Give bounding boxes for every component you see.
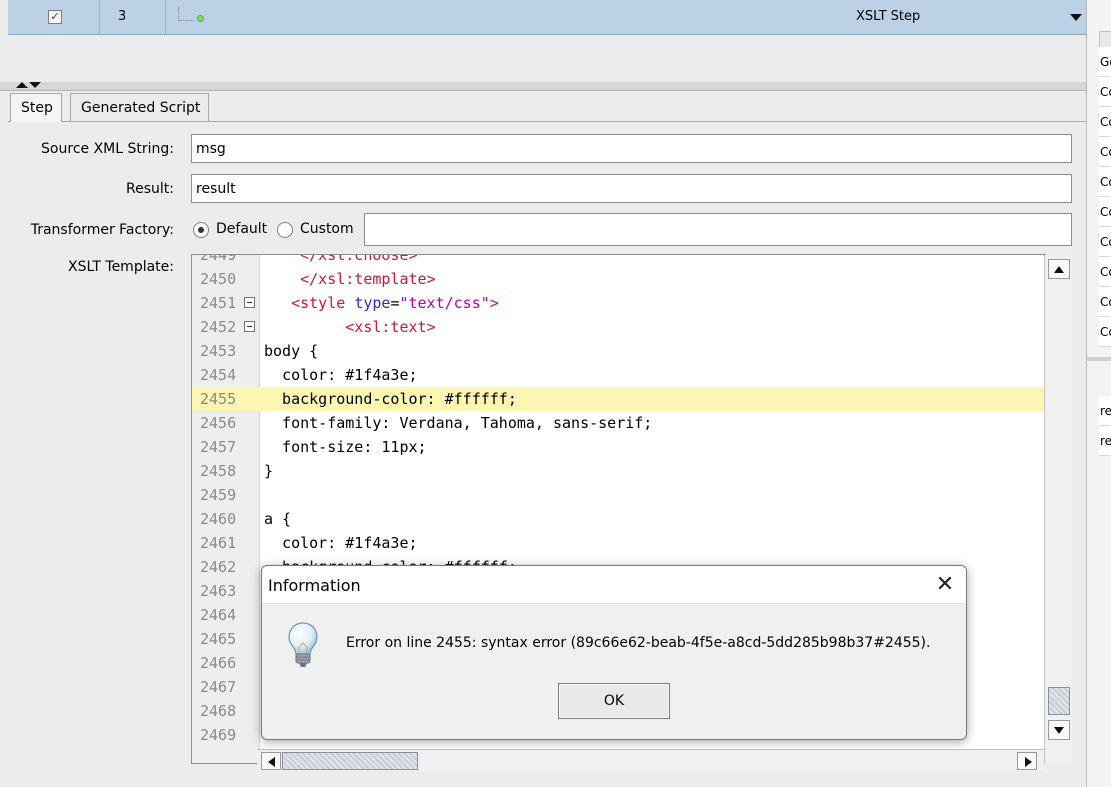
source-xml-label: Source XML String: — [41, 141, 174, 157]
right-panel-row-2[interactable]: re — [1099, 426, 1111, 456]
vertical-scrollbar[interactable] — [1044, 255, 1072, 764]
right-panel-divider[interactable] — [1087, 357, 1111, 361]
fold-toggle-icon[interactable] — [244, 297, 255, 308]
code-line[interactable]: 2461 color: #1f4a3e; — [192, 531, 1045, 555]
right-panel-row[interactable]: Co — [1099, 107, 1111, 137]
radio-default[interactable] — [193, 222, 209, 238]
right-panel-row[interactable]: Co — [1099, 77, 1111, 107]
lightbulb-icon — [288, 622, 318, 667]
code-line[interactable]: 2454 color: #1f4a3e; — [192, 363, 1045, 387]
arrow-up-icon — [1054, 266, 1064, 273]
right-panel-row[interactable]: Co — [1099, 227, 1111, 257]
collapse-down-icon[interactable] — [29, 82, 41, 88]
scroll-left-button[interactable] — [261, 752, 281, 770]
step-number-cell: 3 — [100, 0, 166, 35]
information-dialog: Information ✕ Error on line 2455: syntax… — [261, 565, 967, 740]
dialog-message: Error on line 2455: syntax error (89c66e… — [346, 635, 931, 651]
right-panel-row[interactable]: Co — [1099, 257, 1111, 287]
step-enabled-cell: ✓ — [8, 0, 100, 35]
close-icon[interactable]: ✕ — [930, 570, 960, 600]
horizontal-scroll-thumb[interactable] — [282, 752, 418, 770]
radio-custom-label[interactable]: Custom — [300, 221, 354, 237]
tab-step[interactable]: Step — [10, 93, 62, 122]
right-panel-row[interactable]: Co — [1099, 137, 1111, 167]
scroll-up-button[interactable] — [1048, 259, 1070, 279]
step-enabled-checkbox[interactable]: ✓ — [48, 10, 62, 24]
tree-connector-icon — [178, 7, 194, 21]
code-line-highlighted[interactable]: 2455 background-color: #ffffff; — [192, 387, 1045, 411]
code-line[interactable]: 2456 font-family: Verdana, Tahoma, sans-… — [192, 411, 1045, 435]
code-line[interactable]: 2451 <style type="text/css"> — [192, 291, 1045, 315]
split-pane-divider[interactable] — [0, 82, 1086, 91]
code-line[interactable]: 2460 a { — [192, 507, 1045, 531]
transformer-factory-label: Transformer Factory: — [30, 222, 174, 238]
code-line[interactable]: 2450 </xsl:template> — [192, 267, 1045, 291]
chevron-down-icon[interactable] — [1070, 14, 1082, 21]
step-type-value[interactable]: XSLT Step — [856, 9, 920, 24]
ok-button[interactable]: OK — [558, 683, 670, 719]
custom-factory-input[interactable] — [364, 213, 1072, 246]
code-line[interactable]: 2458} — [192, 459, 1045, 483]
dialog-title: Information — [268, 576, 361, 595]
fold-toggle-icon[interactable] — [244, 321, 255, 332]
code-line[interactable]: 2453 body { — [192, 339, 1045, 363]
right-panel-row[interactable]: Co — [1099, 287, 1111, 317]
expand-up-icon[interactable] — [16, 82, 28, 88]
code-line[interactable]: 2459 — [192, 483, 1045, 507]
arrow-right-icon — [1025, 757, 1032, 767]
right-panel-row[interactable]: Co — [1099, 167, 1111, 197]
result-label: Result: — [126, 181, 174, 197]
radio-custom[interactable] — [277, 222, 293, 238]
tab-underline — [8, 121, 1086, 122]
step-node-icon — [197, 15, 204, 22]
vertical-scroll-thumb[interactable] — [1048, 687, 1070, 715]
code-line[interactable]: 2449 </xsl:choose> — [192, 255, 1045, 267]
tab-generated-script[interactable]: Generated Script — [70, 93, 210, 122]
arrow-left-icon — [268, 757, 275, 767]
code-line[interactable]: 2452 <xsl:text> — [192, 315, 1045, 339]
radio-default-label[interactable]: Default — [216, 221, 267, 237]
arrow-down-icon — [1054, 727, 1064, 734]
xslt-template-label: XSLT Template: — [68, 259, 174, 275]
scroll-right-button[interactable] — [1017, 752, 1037, 770]
right-panel-row[interactable]: Co — [1099, 317, 1111, 347]
right-panel-row[interactable]: Ge — [1099, 47, 1111, 77]
right-panel-row-2[interactable]: re — [1099, 396, 1111, 426]
right-side-panel: Ge Co Co Co Co Co Co Co Co Co re re — [1086, 0, 1111, 787]
right-panel-row[interactable]: Co — [1099, 197, 1111, 227]
step-row[interactable]: ✓ 3 XSLT Step — [8, 0, 1086, 35]
step-number: 3 — [118, 9, 127, 24]
tab-bar: Step Generated Script — [8, 92, 1086, 122]
scroll-down-button[interactable] — [1048, 720, 1070, 740]
horizontal-scrollbar[interactable] — [257, 749, 1044, 771]
source-xml-input[interactable]: msg — [191, 134, 1072, 163]
dialog-title-bar[interactable]: Information ✕ — [262, 566, 966, 604]
result-input[interactable]: result — [191, 174, 1072, 203]
code-line[interactable]: 2457 font-size: 11px; — [192, 435, 1045, 459]
